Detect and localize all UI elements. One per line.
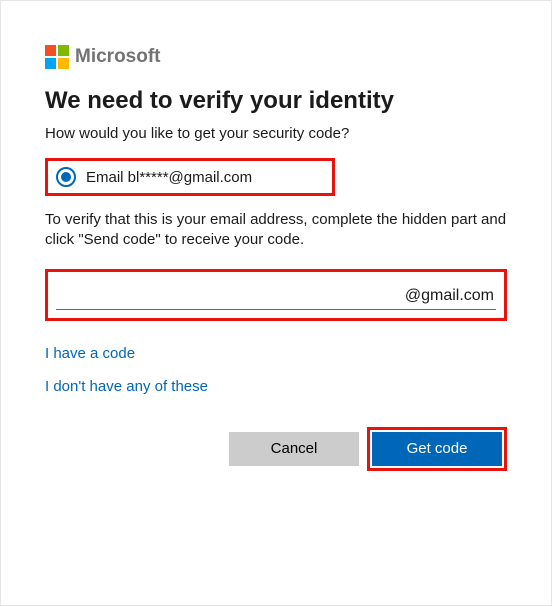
button-row: Cancel Get code bbox=[45, 427, 507, 471]
radio-selected-icon bbox=[56, 167, 76, 187]
brand-header: Microsoft bbox=[45, 45, 507, 69]
get-code-button[interactable]: Get code bbox=[372, 432, 502, 466]
email-domain-suffix: @gmail.com bbox=[403, 287, 496, 307]
none-of-these-link[interactable]: I don't have any of these bbox=[45, 378, 208, 395]
verify-option-label: Email bl*****@gmail.com bbox=[86, 169, 252, 186]
verify-option-email[interactable]: Email bl*****@gmail.com bbox=[45, 158, 335, 196]
email-input-container: @gmail.com bbox=[45, 269, 507, 321]
microsoft-logo-icon bbox=[45, 45, 69, 69]
page-title: We need to verify your identity bbox=[45, 87, 507, 115]
email-hidden-part-input[interactable] bbox=[56, 282, 403, 307]
brand-name: Microsoft bbox=[75, 46, 161, 68]
instructions-text: To verify that this is your email addres… bbox=[45, 210, 507, 251]
page-subtitle: How would you like to get your security … bbox=[45, 125, 507, 142]
cancel-button[interactable]: Cancel bbox=[229, 432, 359, 466]
have-code-link[interactable]: I have a code bbox=[45, 345, 135, 362]
